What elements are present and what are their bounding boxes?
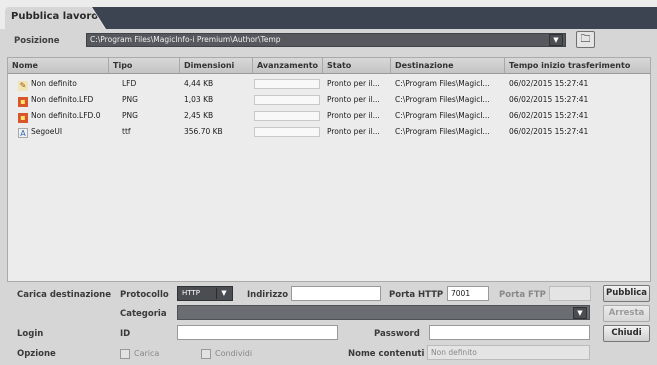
category-select[interactable] (177, 305, 590, 320)
chevron-down-icon: ▼ (216, 288, 231, 299)
http-port-label: Porta HTTP (389, 290, 444, 300)
cell-name: ▪ Non definito.LFD.0 (14, 108, 109, 123)
cell-destination: C:\Program Files\MagicI... (395, 127, 490, 136)
password-label: Password (374, 329, 420, 339)
browse-folder-button[interactable]: 🗀 (576, 31, 595, 48)
share-checkbox[interactable] (201, 349, 211, 359)
progress-bar (254, 79, 320, 89)
cell-start-time: 06/02/2015 15:27:41 (509, 95, 589, 104)
ftp-port-label: Porta FTP (499, 290, 546, 300)
table-row[interactable]: A SegoeUI ttf 356.70 KB Pronto per il... … (8, 124, 650, 139)
table-header: Nome Tipo Dimensioni Avanzamento Stato D… (8, 58, 650, 74)
address-label: Indirizzo (247, 290, 289, 300)
cell-type: ttf (122, 127, 131, 136)
settings-panel: Carica destinazione Protocollo HTTP ▼ In… (0, 283, 657, 365)
cell-name: ✎ Non definito (18, 79, 77, 91)
cell-type: LFD (122, 79, 137, 88)
folder-browse-icon: 🗀 (580, 34, 591, 45)
header-start-time[interactable]: Tempo inizio trasferimento (505, 58, 650, 73)
cell-status: Pronto per il... (327, 95, 380, 104)
protocol-select[interactable]: HTTP ▼ (177, 286, 233, 301)
category-dropdown-button[interactable]: ▼ (573, 307, 587, 319)
protocol-label: Protocollo (120, 290, 169, 300)
progress-bar (254, 111, 320, 121)
password-input[interactable] (429, 325, 590, 340)
position-label: Posizione (14, 36, 60, 46)
png-file-icon: ▪ (18, 97, 28, 107)
cell-type: PNG (122, 111, 138, 120)
cell-status: Pronto per il... (327, 111, 380, 120)
cell-size: 2,45 KB (184, 111, 214, 120)
content-name-input[interactable]: Non definito (427, 345, 590, 360)
protocol-value: HTTP (182, 289, 200, 297)
cell-name: A SegoeUI (14, 124, 109, 139)
cell-start-time: 06/02/2015 15:27:41 (509, 79, 589, 88)
cell-start-time: 06/02/2015 15:27:41 (509, 127, 589, 136)
title-tab: Pubblica lavoro (5, 7, 105, 29)
login-label: Login (17, 329, 44, 339)
id-input[interactable] (177, 325, 338, 340)
close-button[interactable]: Chiudi (603, 325, 650, 342)
progress-bar (254, 95, 320, 105)
title-band (92, 7, 657, 29)
content-name-label: Nome contenuti (348, 349, 425, 359)
window-title: Pubblica lavoro (11, 11, 99, 22)
header-name[interactable]: Nome (8, 58, 109, 73)
table-row[interactable]: ✎ Non definito LFD 4,44 KB Pronto per il.… (8, 76, 650, 91)
table-row[interactable]: ▪ Non definito.LFD.0 PNG 2,45 KB Pronto p… (8, 108, 650, 123)
upload-checkbox-label: Carica (134, 349, 160, 358)
chevron-down-icon: ▼ (577, 309, 583, 317)
header-size[interactable]: Dimensioni (180, 58, 253, 73)
cell-size: 356.70 KB (184, 127, 223, 136)
cell-name: ▪ Non definito.LFD (14, 92, 109, 107)
stop-button[interactable]: Arresta (603, 305, 650, 322)
id-label: ID (120, 329, 131, 339)
header-type[interactable]: Tipo (109, 58, 180, 73)
header-progress[interactable]: Avanzamento (253, 58, 323, 73)
http-port-input[interactable]: 7001 (447, 286, 489, 301)
transfer-table[interactable]: Nome Tipo Dimensioni Avanzamento Stato D… (7, 57, 651, 282)
cell-destination: C:\Program Files\MagicI... (395, 95, 490, 104)
address-input[interactable] (291, 286, 381, 301)
share-checkbox-label: Condividi (215, 349, 253, 358)
cell-type: PNG (122, 95, 138, 104)
cell-destination: C:\Program Files\MagicI... (395, 79, 490, 88)
title-bar: Pubblica lavoro (0, 0, 657, 29)
lfd-file-icon: ✎ (18, 81, 28, 91)
option-label: Opzione (17, 349, 56, 359)
ftp-port-input[interactable] (549, 286, 591, 301)
publish-button[interactable]: Pubblica (603, 285, 650, 302)
cell-status: Pronto per il... (327, 79, 380, 88)
cell-start-time: 06/02/2015 15:27:41 (509, 111, 589, 120)
upload-checkbox[interactable] (120, 349, 130, 359)
cell-size: 4,44 KB (184, 79, 214, 88)
cell-destination: C:\Program Files\MagicI... (395, 111, 490, 120)
table-row[interactable]: ▪ Non definito.LFD PNG 1,03 KB Pronto per… (8, 92, 650, 107)
chevron-down-icon: ▼ (553, 36, 559, 44)
header-destination[interactable]: Destinazione (391, 58, 505, 73)
position-path-field[interactable]: C:\Program Files\MagicInfo-i Premium\Aut… (86, 33, 566, 47)
png-file-icon: ▪ (18, 113, 28, 123)
header-status[interactable]: Stato (323, 58, 391, 73)
upload-destination-label: Carica destinazione (17, 290, 112, 300)
position-dropdown-button[interactable]: ▼ (549, 34, 563, 46)
cell-status: Pronto per il... (327, 127, 380, 136)
progress-bar (254, 127, 320, 137)
cell-size: 1,03 KB (184, 95, 214, 104)
ttf-file-icon: A (18, 128, 28, 138)
category-label: Categoria (120, 309, 167, 319)
